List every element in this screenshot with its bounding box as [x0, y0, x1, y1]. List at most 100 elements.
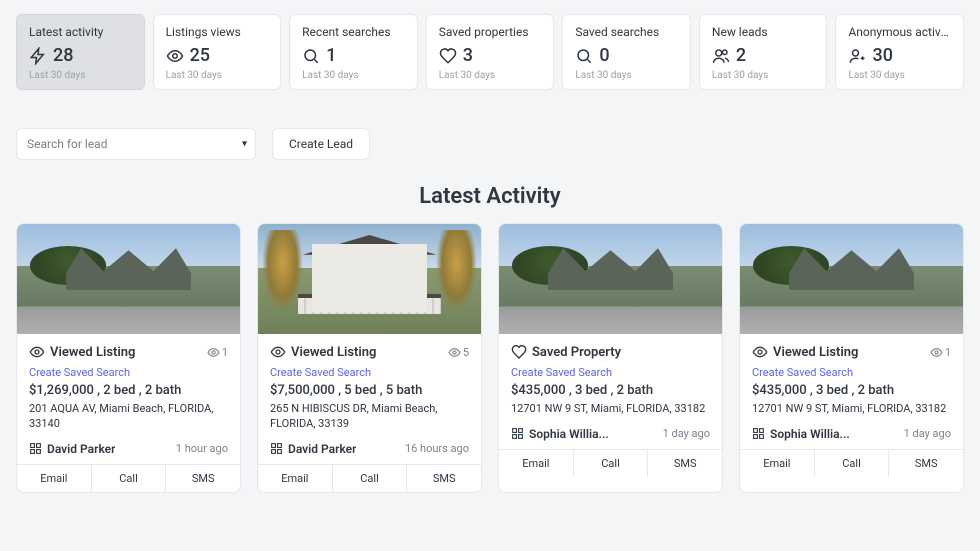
- stat-anonymous-activity[interactable]: Anonymous activity 30 Last 30 days: [835, 14, 964, 90]
- stats-row: Latest activity 28 Last 30 days Listings…: [0, 0, 980, 90]
- sms-button[interactable]: SMS: [407, 465, 481, 492]
- stat-value: 25: [166, 45, 269, 66]
- stat-sub: Last 30 days: [302, 70, 405, 81]
- stat-listings-views[interactable]: Listings views 25 Last 30 days: [153, 14, 282, 90]
- view-number: 1: [945, 346, 951, 359]
- view-count: 5: [448, 346, 469, 359]
- price-bed-bath: $1,269,000 , 2 bed , 2 bath: [29, 383, 228, 398]
- time-ago: 1 day ago: [904, 427, 951, 440]
- stat-number: 1: [326, 45, 336, 66]
- view-number: 1: [222, 346, 228, 359]
- bolt-icon: [29, 47, 47, 65]
- eye-icon: [752, 344, 768, 360]
- activity-card[interactable]: Saved Property Create Saved Search $435,…: [498, 223, 723, 493]
- call-button[interactable]: Call: [92, 465, 167, 492]
- activity-action: Viewed Listing: [752, 344, 858, 360]
- email-button[interactable]: Email: [740, 450, 815, 477]
- stat-saved-properties[interactable]: Saved properties 3 Last 30 days: [426, 14, 555, 90]
- stat-number: 30: [872, 45, 892, 66]
- activity-card[interactable]: Viewed Listing 5 Create Saved Search $7,…: [257, 223, 482, 493]
- time-ago: 1 hour ago: [176, 442, 228, 455]
- contact-buttons: Email Call SMS: [740, 449, 963, 477]
- create-lead-button[interactable]: Create Lead: [272, 128, 370, 160]
- lead-name[interactable]: Sophia Willia...: [511, 427, 609, 441]
- call-button[interactable]: Call: [815, 450, 890, 477]
- address: 265 N HIBISCUS DR, Miami Beach, FLORIDA,…: [270, 402, 469, 432]
- create-saved-search-link[interactable]: Create Saved Search: [752, 366, 951, 379]
- stat-value: 30: [848, 45, 951, 66]
- view-number: 5: [463, 346, 469, 359]
- stat-value: 0: [575, 45, 678, 66]
- stat-title: New leads: [712, 25, 815, 39]
- contact-buttons: Email Call SMS: [17, 464, 240, 492]
- view-count: 1: [207, 346, 228, 359]
- address: 12701 NW 9 ST, Miami, FLORIDA, 33182: [752, 402, 951, 417]
- sms-button[interactable]: SMS: [648, 450, 722, 477]
- action-label: Viewed Listing: [50, 345, 135, 360]
- email-button[interactable]: Email: [17, 465, 92, 492]
- activity-action: Saved Property: [511, 344, 621, 360]
- search-icon: [575, 47, 593, 65]
- lead-name[interactable]: Sophia Willia...: [752, 427, 850, 441]
- sms-button[interactable]: SMS: [166, 465, 240, 492]
- stat-title: Recent searches: [302, 25, 405, 39]
- listing-thumbnail[interactable]: [258, 224, 481, 334]
- heart-icon: [511, 344, 527, 360]
- stat-title: Saved searches: [575, 25, 678, 39]
- activity-action: Viewed Listing: [270, 344, 376, 360]
- lead-name[interactable]: David Parker: [270, 442, 356, 456]
- time-ago: 16 hours ago: [405, 442, 469, 455]
- email-button[interactable]: Email: [258, 465, 333, 492]
- call-button[interactable]: Call: [574, 450, 649, 477]
- price-bed-bath: $7,500,000 , 5 bed , 5 bath: [270, 383, 469, 398]
- lead-name-text: Sophia Willia...: [529, 427, 609, 441]
- chevron-down-icon: ▾: [242, 139, 247, 150]
- activity-action: Viewed Listing: [29, 344, 135, 360]
- lead-name-text: David Parker: [288, 442, 356, 456]
- heart-icon: [439, 47, 457, 65]
- controls-row: Search for lead ▾ Create Lead: [0, 90, 980, 160]
- stat-value: 3: [439, 45, 542, 66]
- search-placeholder: Search for lead: [27, 137, 107, 151]
- stat-saved-searches[interactable]: Saved searches 0 Last 30 days: [562, 14, 691, 90]
- listing-thumbnail[interactable]: [740, 224, 963, 334]
- stat-number: 3: [463, 45, 473, 66]
- lead-name[interactable]: David Parker: [29, 442, 115, 456]
- create-saved-search-link[interactable]: Create Saved Search: [29, 366, 228, 379]
- create-saved-search-link[interactable]: Create Saved Search: [511, 366, 710, 379]
- sms-button[interactable]: SMS: [889, 450, 963, 477]
- stat-value: 1: [302, 45, 405, 66]
- lead-name-text: Sophia Willia...: [770, 427, 850, 441]
- stat-sub: Last 30 days: [848, 70, 951, 81]
- action-label: Viewed Listing: [773, 345, 858, 360]
- address: 201 AQUA AV, Miami Beach, FLORIDA, 33140: [29, 402, 228, 432]
- grid-icon: [29, 442, 42, 455]
- price-bed-bath: $435,000 , 3 bed , 2 bath: [752, 383, 951, 398]
- lead-name-text: David Parker: [47, 442, 115, 456]
- stat-sub: Last 30 days: [439, 70, 542, 81]
- view-count: 1: [930, 346, 951, 359]
- stat-new-leads[interactable]: New leads 2 Last 30 days: [699, 14, 828, 90]
- stat-latest-activity[interactable]: Latest activity 28 Last 30 days: [16, 14, 145, 90]
- call-button[interactable]: Call: [333, 465, 408, 492]
- stat-title: Listings views: [166, 25, 269, 39]
- eye-icon: [270, 344, 286, 360]
- listing-thumbnail[interactable]: [17, 224, 240, 334]
- address: 12701 NW 9 ST, Miami, FLORIDA, 33182: [511, 402, 710, 417]
- create-saved-search-link[interactable]: Create Saved Search: [270, 366, 469, 379]
- contact-buttons: Email Call SMS: [258, 464, 481, 492]
- email-button[interactable]: Email: [499, 450, 574, 477]
- lead-search-input[interactable]: Search for lead ▾: [16, 128, 256, 160]
- stat-sub: Last 30 days: [166, 70, 269, 81]
- stat-title: Saved properties: [439, 25, 542, 39]
- action-label: Saved Property: [532, 345, 621, 360]
- page-heading: Latest Activity: [0, 184, 980, 209]
- listing-thumbnail[interactable]: [499, 224, 722, 334]
- eye-icon: [166, 47, 184, 65]
- activity-card[interactable]: Viewed Listing 1 Create Saved Search $43…: [739, 223, 964, 493]
- grid-icon: [511, 427, 524, 440]
- search-icon: [302, 47, 320, 65]
- users-icon: [712, 47, 730, 65]
- stat-recent-searches[interactable]: Recent searches 1 Last 30 days: [289, 14, 418, 90]
- activity-card[interactable]: Viewed Listing 1 Create Saved Search $1,…: [16, 223, 241, 493]
